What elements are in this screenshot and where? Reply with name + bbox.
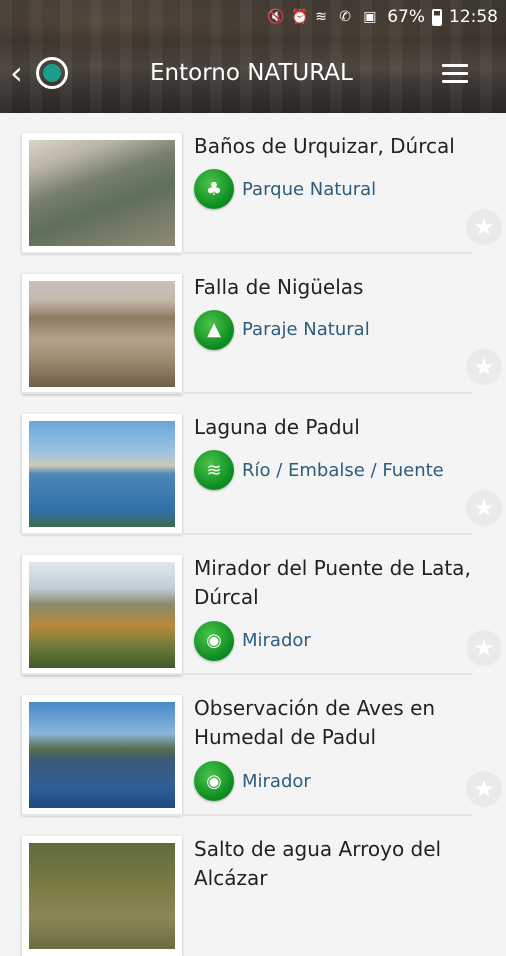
- signal-icon: ▣: [363, 9, 380, 26]
- list-item[interactable]: Observación de Aves en Humedal de Padul …: [0, 675, 472, 816]
- category-label: Mirador: [242, 630, 311, 651]
- category-label: Mirador: [242, 771, 311, 792]
- call-icon: ✆: [339, 9, 356, 26]
- clock: 12:58: [449, 7, 498, 27]
- page-title: Entorno NATURAL: [150, 60, 353, 86]
- places-list: Baños de Urquizar, Dúrcal ♣ Parque Natur…: [0, 113, 506, 956]
- binoculars-icon: ◉: [194, 621, 234, 661]
- battery-percent: 67%: [387, 7, 425, 27]
- favorite-star-icon[interactable]: ★: [466, 209, 502, 245]
- trees-icon: ♣: [194, 169, 234, 209]
- category-label: Parque Natural: [242, 179, 376, 200]
- favorite-star-icon[interactable]: ★: [466, 349, 502, 385]
- list-item[interactable]: Laguna de Padul ≋ Río / Embalse / Fuente…: [0, 394, 472, 535]
- status-bar: 🔇 ⏰ ≋ ✆ ▣ 67% 12:58: [0, 0, 506, 36]
- list-item[interactable]: Salto de agua Arroyo del Alcázar: [0, 816, 472, 956]
- place-name: Laguna de Padul: [194, 413, 474, 442]
- globe-icon[interactable]: [36, 57, 68, 89]
- list-item[interactable]: Baños de Urquizar, Dúrcal ♣ Parque Natur…: [0, 113, 472, 254]
- category-label: Paraje Natural: [242, 319, 370, 340]
- place-thumbnail: [22, 836, 182, 956]
- battery-icon: [432, 9, 442, 26]
- category: ▲ Paraje Natural: [194, 310, 370, 350]
- list-item[interactable]: Mirador del Puente de Lata, Dúrcal ◉ Mir…: [0, 535, 472, 676]
- category: ◉ Mirador: [194, 621, 311, 661]
- place-name: Salto de agua Arroyo del Alcázar: [194, 835, 474, 893]
- binoculars-icon: ◉: [194, 761, 234, 801]
- place-name: Observación de Aves en Humedal de Padul: [194, 694, 474, 752]
- place-thumbnail: [22, 274, 182, 394]
- category: ≋ Río / Embalse / Fuente: [194, 450, 444, 490]
- app-header: 🔇 ⏰ ≋ ✆ ▣ 67% 12:58 ‹ Entorno NATURAL: [0, 0, 506, 113]
- place-thumbnail: [22, 695, 182, 815]
- place-thumbnail: [22, 133, 182, 253]
- place-name: Falla de Nigüelas: [194, 273, 474, 302]
- menu-icon[interactable]: [442, 64, 468, 84]
- list-item[interactable]: Falla de Nigüelas ▲ Paraje Natural ★: [0, 254, 472, 395]
- wifi-icon: ≋: [315, 9, 332, 26]
- mute-icon: 🔇: [267, 9, 284, 26]
- place-thumbnail: [22, 414, 182, 534]
- pine-trees-icon: ▲: [194, 310, 234, 350]
- category: ♣ Parque Natural: [194, 169, 376, 209]
- favorite-star-icon[interactable]: ★: [466, 630, 502, 666]
- place-name: Mirador del Puente de Lata, Dúrcal: [194, 554, 474, 612]
- alarm-icon: ⏰: [291, 9, 308, 26]
- favorite-star-icon[interactable]: ★: [466, 771, 502, 807]
- favorite-star-icon[interactable]: ★: [466, 490, 502, 526]
- back-icon[interactable]: ‹: [10, 59, 36, 89]
- place-name: Baños de Urquizar, Dúrcal: [194, 132, 474, 161]
- category: ◉ Mirador: [194, 761, 311, 801]
- category-label: Río / Embalse / Fuente: [242, 460, 444, 481]
- water-waves-icon: ≋: [194, 450, 234, 490]
- place-thumbnail: [22, 555, 182, 675]
- app-bar: ‹ Entorno NATURAL: [0, 48, 506, 100]
